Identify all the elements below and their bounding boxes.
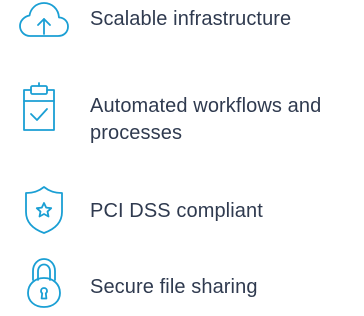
feature-label-line-2: processes [90,122,183,144]
clipboard-check-icon [14,80,66,132]
feature-label-line-1: Automated workflows and [90,95,322,117]
shield-star-icon [18,184,70,236]
cloud-upload-icon [18,0,70,46]
feature-label: Scalable infrastructure [90,8,292,30]
feature-label: PCI DSS compliant [90,200,263,222]
padlock-icon [18,256,70,308]
feature-list: Scalable infrastructure Automated workfl… [0,0,364,316]
feature-label: Secure file sharing [90,276,258,298]
